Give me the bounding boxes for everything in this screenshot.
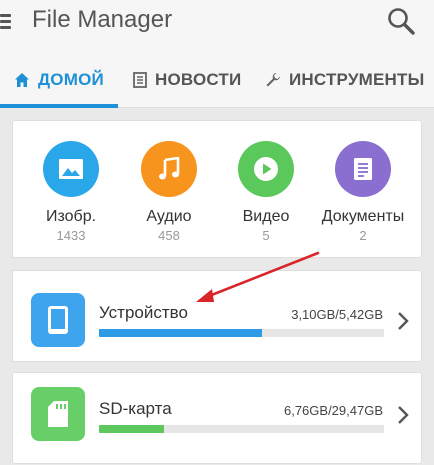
category-label: Изобр.	[45, 208, 97, 225]
category-icon-circle	[238, 141, 294, 197]
device-icon-tile	[31, 293, 85, 347]
tab-bar: ДОМОЙ НОВОСТИ ИНСТРУМЕНТЫ	[0, 52, 434, 108]
category-count: 2	[359, 228, 367, 243]
storage-name: SD-карта	[99, 399, 172, 418]
storage-item-device[interactable]: Устройство 3,10GB/5,42GB	[12, 270, 422, 362]
app-title: File Manager	[32, 6, 173, 33]
music-note-icon	[159, 157, 180, 180]
category-icon-circle	[43, 141, 99, 197]
storage-usage-fill	[99, 425, 165, 433]
storage-usage-bar	[99, 329, 384, 337]
category-icon-circle	[141, 141, 197, 197]
app-bar: File Manager	[0, 0, 434, 52]
sd-card-icon-tile	[31, 387, 85, 441]
storage-usage-fill	[99, 329, 263, 337]
category-count: 1433	[56, 228, 86, 243]
storage-usage-bar	[99, 425, 384, 433]
category-label: Документы	[321, 208, 405, 225]
tab-home[interactable]: ДОМОЙ	[14, 52, 104, 108]
tab-label: НОВОСТИ	[155, 70, 242, 89]
image-icon	[59, 159, 83, 179]
category-label: Аудио	[146, 208, 192, 225]
document-icon	[354, 158, 372, 180]
tab-label: ДОМОЙ	[38, 70, 104, 89]
category-count: 5	[262, 228, 270, 243]
tab-label: ИНСТРУМЕНТЫ	[289, 70, 425, 89]
category-label: Видео	[242, 208, 290, 225]
categories-card: Изобр. 1433 Аудио 458 Видео 5 Документы …	[12, 120, 422, 258]
wrench-icon	[266, 73, 280, 87]
home-icon	[15, 73, 29, 87]
category-video[interactable]: Видео 5	[216, 141, 316, 243]
active-tab-indicator	[0, 104, 118, 108]
play-icon	[254, 157, 278, 181]
tab-tools[interactable]: ИНСТРУМЕНТЫ	[265, 52, 424, 108]
news-icon	[133, 72, 147, 88]
sd-card-icon	[48, 401, 68, 427]
storage-size: 6,76GB/29,47GB	[283, 403, 383, 418]
phone-device-icon	[48, 306, 68, 334]
storage-size: 3,10GB/5,42GB	[291, 307, 383, 322]
category-count: 458	[158, 228, 180, 243]
category-audio[interactable]: Аудио 458	[119, 141, 219, 243]
search-icon[interactable]	[386, 6, 416, 36]
chevron-right-icon	[398, 406, 409, 424]
chevron-right-icon	[398, 312, 409, 330]
storage-item-sd-card[interactable]: SD-карта 6,76GB/29,47GB	[12, 372, 422, 464]
storage-name: Устройство	[99, 303, 188, 322]
category-documents[interactable]: Документы 2	[313, 141, 413, 243]
tab-news[interactable]: НОВОСТИ	[133, 52, 241, 108]
category-images[interactable]: Изобр. 1433	[21, 141, 121, 243]
hamburger-menu-icon[interactable]	[0, 12, 12, 30]
category-icon-circle	[335, 141, 391, 197]
